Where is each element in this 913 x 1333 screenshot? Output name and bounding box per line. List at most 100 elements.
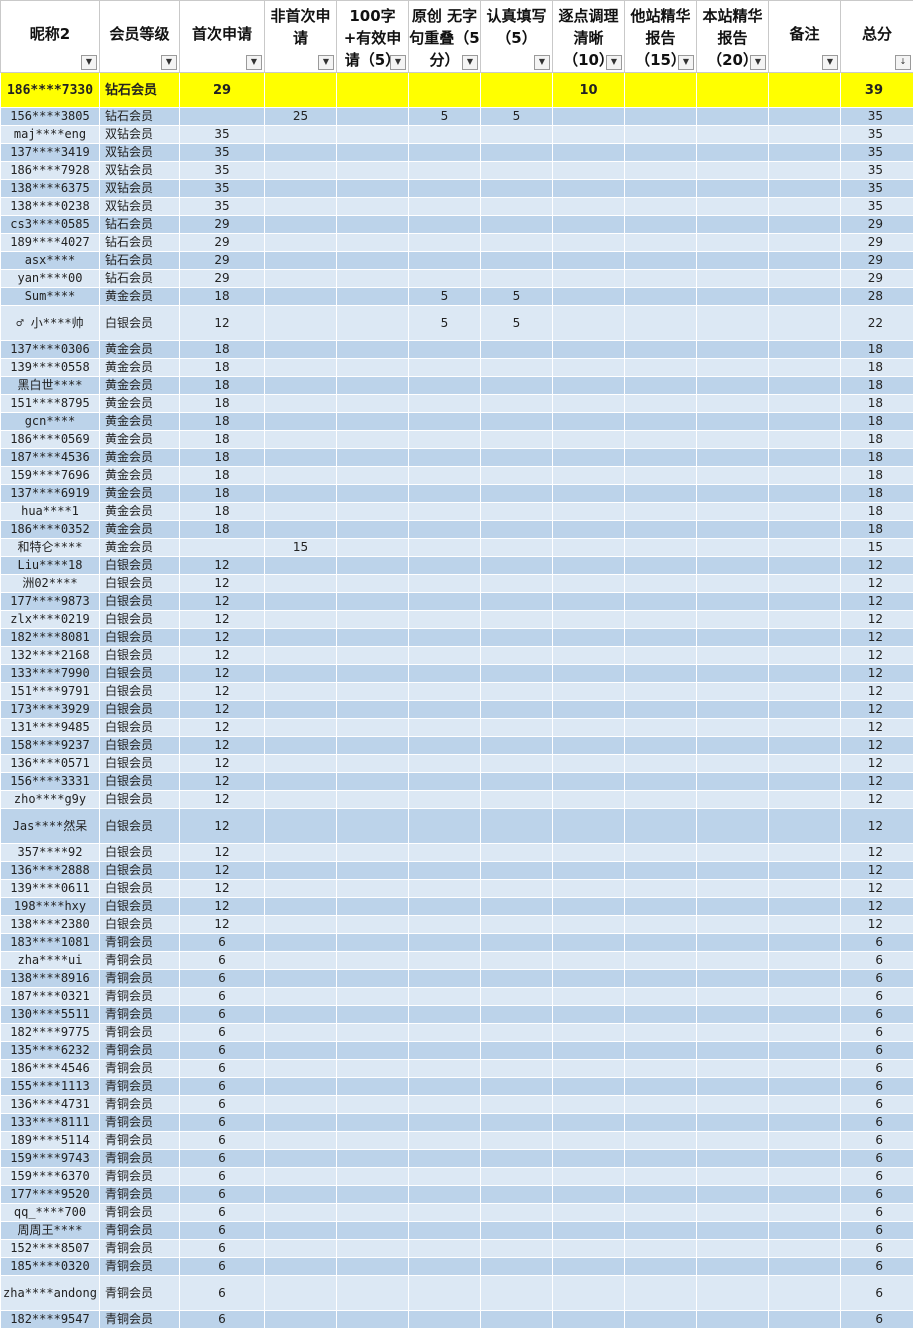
nickname-cell[interactable]: 187****0321	[0, 987, 100, 1006]
total-cell[interactable]: 22	[840, 305, 913, 341]
clear-points-cell[interactable]	[552, 736, 625, 755]
member-level-cell[interactable]: 白银会员	[99, 628, 180, 647]
clear-points-cell[interactable]	[552, 933, 625, 952]
valid-100-cell[interactable]	[336, 987, 409, 1006]
member-level-cell[interactable]: 白银会员	[99, 736, 180, 755]
original-cell[interactable]: 5	[408, 287, 481, 306]
this-site-cell[interactable]	[696, 987, 769, 1006]
valid-100-cell[interactable]	[336, 718, 409, 737]
original-cell[interactable]	[408, 1167, 481, 1186]
original-cell[interactable]	[408, 1275, 481, 1311]
table-row[interactable]: 138****6375 双钻会员 35 35	[0, 179, 913, 198]
other-site-cell[interactable]	[624, 197, 697, 216]
careful-cell[interactable]: 5	[480, 107, 553, 126]
first-apply-cell[interactable]: 6	[179, 969, 265, 988]
nickname-cell[interactable]: 186****7330	[0, 72, 100, 108]
original-cell[interactable]	[408, 1023, 481, 1042]
other-site-cell[interactable]	[624, 1221, 697, 1240]
clear-points-cell[interactable]	[552, 646, 625, 665]
clear-points-cell[interactable]	[552, 358, 625, 377]
remarks-cell[interactable]	[768, 430, 841, 449]
original-cell[interactable]	[408, 161, 481, 180]
nickname-cell[interactable]: Jas****然呆	[0, 808, 100, 844]
this-site-cell[interactable]	[696, 1059, 769, 1078]
this-site-cell[interactable]	[696, 305, 769, 341]
clear-points-cell[interactable]	[552, 1149, 625, 1168]
header-first-apply[interactable]: 首次申请 ▼	[179, 0, 265, 73]
original-cell[interactable]	[408, 340, 481, 359]
non-first-apply-cell[interactable]	[264, 1131, 337, 1150]
remarks-cell[interactable]	[768, 520, 841, 539]
non-first-apply-cell[interactable]	[264, 969, 337, 988]
this-site-cell[interactable]	[696, 143, 769, 162]
valid-100-cell[interactable]	[336, 215, 409, 234]
remarks-cell[interactable]	[768, 412, 841, 431]
first-apply-cell[interactable]: 6	[179, 1310, 265, 1329]
other-site-cell[interactable]	[624, 412, 697, 431]
valid-100-cell[interactable]	[336, 484, 409, 503]
table-row[interactable]: qq_****700 青铜会员 6 6	[0, 1203, 913, 1222]
table-row[interactable]: 187****4536 黄金会员 18 18	[0, 448, 913, 467]
nickname-cell[interactable]: 156****3805	[0, 107, 100, 126]
nickname-cell[interactable]: ♂ 小****帅	[0, 305, 100, 341]
clear-points-cell[interactable]	[552, 394, 625, 413]
nickname-cell[interactable]: 137****0306	[0, 340, 100, 359]
nickname-cell[interactable]: 周周王****	[0, 1221, 100, 1240]
non-first-apply-cell[interactable]	[264, 1113, 337, 1132]
header-careful-fill[interactable]: 认真填写（5） ▼	[480, 0, 553, 73]
careful-cell[interactable]	[480, 592, 553, 611]
valid-100-cell[interactable]	[336, 161, 409, 180]
non-first-apply-cell[interactable]	[264, 772, 337, 791]
careful-cell[interactable]: 5	[480, 287, 553, 306]
original-cell[interactable]	[408, 897, 481, 916]
clear-points-cell[interactable]	[552, 430, 625, 449]
valid-100-cell[interactable]	[336, 1310, 409, 1329]
careful-cell[interactable]	[480, 484, 553, 503]
other-site-cell[interactable]	[624, 233, 697, 252]
member-level-cell[interactable]: 青铜会员	[99, 1275, 180, 1311]
remarks-cell[interactable]	[768, 1203, 841, 1222]
careful-cell[interactable]	[480, 969, 553, 988]
clear-points-cell[interactable]	[552, 1167, 625, 1186]
member-level-cell[interactable]: 黄金会员	[99, 358, 180, 377]
member-level-cell[interactable]: 白银会员	[99, 772, 180, 791]
careful-cell[interactable]	[480, 143, 553, 162]
non-first-apply-cell[interactable]	[264, 736, 337, 755]
valid-100-cell[interactable]	[336, 1023, 409, 1042]
first-apply-cell[interactable]: 6	[179, 987, 265, 1006]
non-first-apply-cell[interactable]	[264, 215, 337, 234]
other-site-cell[interactable]	[624, 933, 697, 952]
valid-100-cell[interactable]	[336, 197, 409, 216]
first-apply-cell[interactable]: 18	[179, 484, 265, 503]
non-first-apply-cell[interactable]	[264, 951, 337, 970]
first-apply-cell[interactable]: 12	[179, 664, 265, 683]
table-row[interactable]: 155****1113 青铜会员 6 6	[0, 1077, 913, 1096]
original-cell[interactable]	[408, 592, 481, 611]
first-apply-cell[interactable]: 6	[179, 1005, 265, 1024]
valid-100-cell[interactable]	[336, 448, 409, 467]
valid-100-cell[interactable]	[336, 1113, 409, 1132]
remarks-cell[interactable]	[768, 574, 841, 593]
clear-points-cell[interactable]	[552, 1113, 625, 1132]
table-row[interactable]: 139****0611 白银会员 12 12	[0, 879, 913, 898]
non-first-apply-cell[interactable]	[264, 448, 337, 467]
this-site-cell[interactable]	[696, 538, 769, 557]
remarks-cell[interactable]	[768, 628, 841, 647]
table-row[interactable]: 182****9775 青铜会员 6 6	[0, 1023, 913, 1042]
other-site-cell[interactable]	[624, 107, 697, 126]
this-site-cell[interactable]	[696, 1041, 769, 1060]
clear-points-cell[interactable]	[552, 1005, 625, 1024]
nickname-cell[interactable]: 186****4546	[0, 1059, 100, 1078]
non-first-apply-cell[interactable]	[264, 1059, 337, 1078]
non-first-apply-cell[interactable]	[264, 1023, 337, 1042]
careful-cell[interactable]	[480, 987, 553, 1006]
remarks-cell[interactable]	[768, 700, 841, 719]
first-apply-cell[interactable]: 35	[179, 143, 265, 162]
careful-cell[interactable]	[480, 1059, 553, 1078]
this-site-cell[interactable]	[696, 808, 769, 844]
total-cell[interactable]: 6	[840, 1023, 913, 1042]
original-cell[interactable]	[408, 197, 481, 216]
valid-100-cell[interactable]	[336, 143, 409, 162]
remarks-cell[interactable]	[768, 987, 841, 1006]
other-site-cell[interactable]	[624, 1203, 697, 1222]
